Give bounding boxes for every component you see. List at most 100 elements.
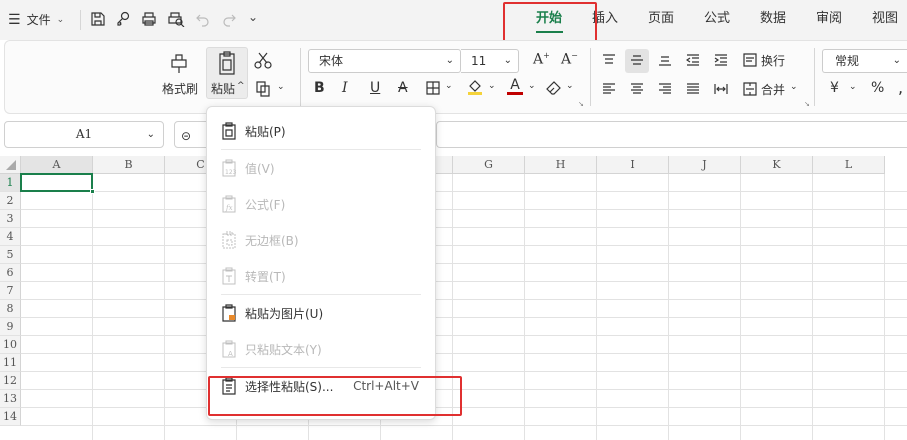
menu-item-paste-values[interactable]: 123 值(V): [207, 150, 435, 186]
menu-item-paste-as-picture[interactable]: 粘贴为图片(U): [207, 295, 435, 331]
fill-color-icon[interactable]: [467, 78, 483, 96]
format-painter-label[interactable]: 格式刷: [162, 81, 198, 97]
gridline-horizontal: [21, 191, 907, 192]
key-icon[interactable]: [115, 11, 131, 27]
paste-dropdown-chevron-icon[interactable]: ^: [237, 81, 245, 91]
row-header[interactable]: 9: [0, 318, 21, 336]
distributed-icon[interactable]: [714, 83, 728, 95]
increase-indent-icon[interactable]: [714, 54, 728, 66]
bold-icon[interactable]: B: [314, 80, 325, 96]
tab-page[interactable]: 页面: [648, 11, 674, 27]
underline-icon[interactable]: U: [370, 80, 380, 96]
row-header[interactable]: 4: [0, 228, 21, 246]
gridline-horizontal: [21, 407, 907, 408]
wrap-text-label[interactable]: 换行: [761, 53, 785, 69]
menu-item-label: 转置(T): [245, 269, 286, 284]
menu-item-paste-formulas[interactable]: fx 公式(F): [207, 186, 435, 222]
formula-input[interactable]: [436, 121, 907, 148]
column-header[interactable]: H: [525, 156, 597, 174]
file-menu-button[interactable]: ☰ 文件 ⌄: [8, 10, 64, 30]
font-color-chevron-icon[interactable]: ⌄: [528, 81, 536, 91]
clear-format-chevron-icon[interactable]: ⌄: [566, 81, 574, 91]
format-painter-icon[interactable]: [168, 50, 190, 74]
print-icon[interactable]: [141, 11, 157, 27]
copy-dropdown-chevron-icon[interactable]: ⌄: [277, 82, 285, 92]
row-header[interactable]: 1: [0, 174, 21, 192]
row-header[interactable]: 10: [0, 336, 21, 354]
justify-icon[interactable]: [686, 83, 700, 95]
align-middle-icon[interactable]: [630, 54, 644, 66]
column-header[interactable]: G: [453, 156, 525, 174]
row-header[interactable]: 6: [0, 264, 21, 282]
gridline-horizontal: [21, 209, 907, 210]
select-all-corner[interactable]: [0, 156, 21, 174]
menu-item-paste-no-borders[interactable]: 无边框(B): [207, 222, 435, 258]
paste-label[interactable]: 粘贴: [211, 81, 235, 97]
row-header[interactable]: 5: [0, 246, 21, 264]
alignment-dialog-launcher-icon[interactable]: ↘: [804, 100, 810, 108]
align-bottom-icon[interactable]: [658, 54, 672, 66]
italic-icon[interactable]: I: [342, 80, 348, 96]
column-header[interactable]: A: [21, 156, 93, 174]
menu-item-paste-text-only[interactable]: A 只粘贴文本(Y): [207, 331, 435, 367]
percent-icon[interactable]: %: [871, 80, 884, 96]
svg-text:fx: fx: [225, 204, 233, 212]
font-size-select[interactable]: 11 ⌄: [461, 49, 519, 73]
active-cell-a1[interactable]: [20, 173, 93, 192]
merge-cells-icon[interactable]: [743, 82, 757, 96]
customize-toolbar-chevron-icon[interactable]: ⌄: [248, 10, 258, 24]
wrap-text-icon[interactable]: [743, 53, 757, 67]
font-dialog-launcher-icon[interactable]: ↘: [578, 100, 584, 108]
currency-chevron-icon[interactable]: ⌄: [849, 82, 857, 92]
merge-label[interactable]: 合并: [761, 82, 785, 98]
paste-formula-icon: fx: [222, 195, 236, 213]
cells-area[interactable]: [20, 173, 907, 440]
row-header[interactable]: 3: [0, 210, 21, 228]
row-header[interactable]: 12: [0, 372, 21, 390]
fill-handle[interactable]: [90, 189, 95, 194]
undo-icon[interactable]: [196, 11, 210, 27]
gridline-horizontal: [21, 335, 907, 336]
comma-style-icon[interactable]: ,: [898, 78, 903, 97]
increase-font-size-icon[interactable]: A+: [533, 51, 550, 68]
borders-chevron-icon[interactable]: ⌄: [445, 81, 453, 91]
menu-item-paste[interactable]: 粘贴(P): [207, 113, 435, 149]
merge-chevron-icon[interactable]: ⌄: [790, 82, 798, 92]
font-color-icon[interactable]: A: [507, 77, 523, 95]
copy-icon[interactable]: [255, 80, 271, 97]
decrease-font-size-icon[interactable]: A−: [561, 51, 578, 68]
tab-view[interactable]: 视图: [872, 11, 898, 27]
currency-icon[interactable]: ¥: [830, 80, 839, 96]
align-center-icon[interactable]: [630, 83, 644, 95]
align-top-icon[interactable]: [602, 54, 616, 66]
row-header[interactable]: 7: [0, 282, 21, 300]
cut-icon[interactable]: [254, 52, 272, 70]
strikethrough-icon[interactable]: A: [398, 80, 408, 96]
menu-item-paste-transpose[interactable]: 转置(T): [207, 258, 435, 294]
font-name-select[interactable]: 宋体 ⌄: [308, 49, 461, 73]
print-preview-icon[interactable]: [167, 11, 185, 27]
row-header[interactable]: 8: [0, 300, 21, 318]
tab-review[interactable]: 审阅: [816, 11, 842, 27]
name-box[interactable]: A1 ⌄: [4, 121, 164, 148]
tab-formulas[interactable]: 公式: [704, 11, 730, 27]
row-header[interactable]: 2: [0, 192, 21, 210]
decrease-indent-icon[interactable]: [686, 54, 700, 66]
column-header[interactable]: B: [93, 156, 165, 174]
row-header[interactable]: 14: [0, 408, 21, 426]
row-header[interactable]: 11: [0, 354, 21, 372]
tab-data[interactable]: 数据: [760, 11, 786, 27]
clear-format-icon[interactable]: [546, 80, 562, 96]
redo-icon[interactable]: [222, 11, 236, 27]
column-header[interactable]: K: [741, 156, 813, 174]
number-format-select[interactable]: 常规 ⌄: [822, 49, 907, 73]
align-right-icon[interactable]: [658, 83, 672, 95]
align-left-icon[interactable]: [602, 83, 616, 95]
column-header[interactable]: J: [669, 156, 741, 174]
save-icon[interactable]: [90, 11, 106, 27]
row-header[interactable]: 13: [0, 390, 21, 408]
column-header[interactable]: I: [597, 156, 669, 174]
fill-color-chevron-icon[interactable]: ⌄: [488, 81, 496, 91]
column-header[interactable]: L: [813, 156, 885, 174]
borders-icon[interactable]: [426, 81, 440, 95]
